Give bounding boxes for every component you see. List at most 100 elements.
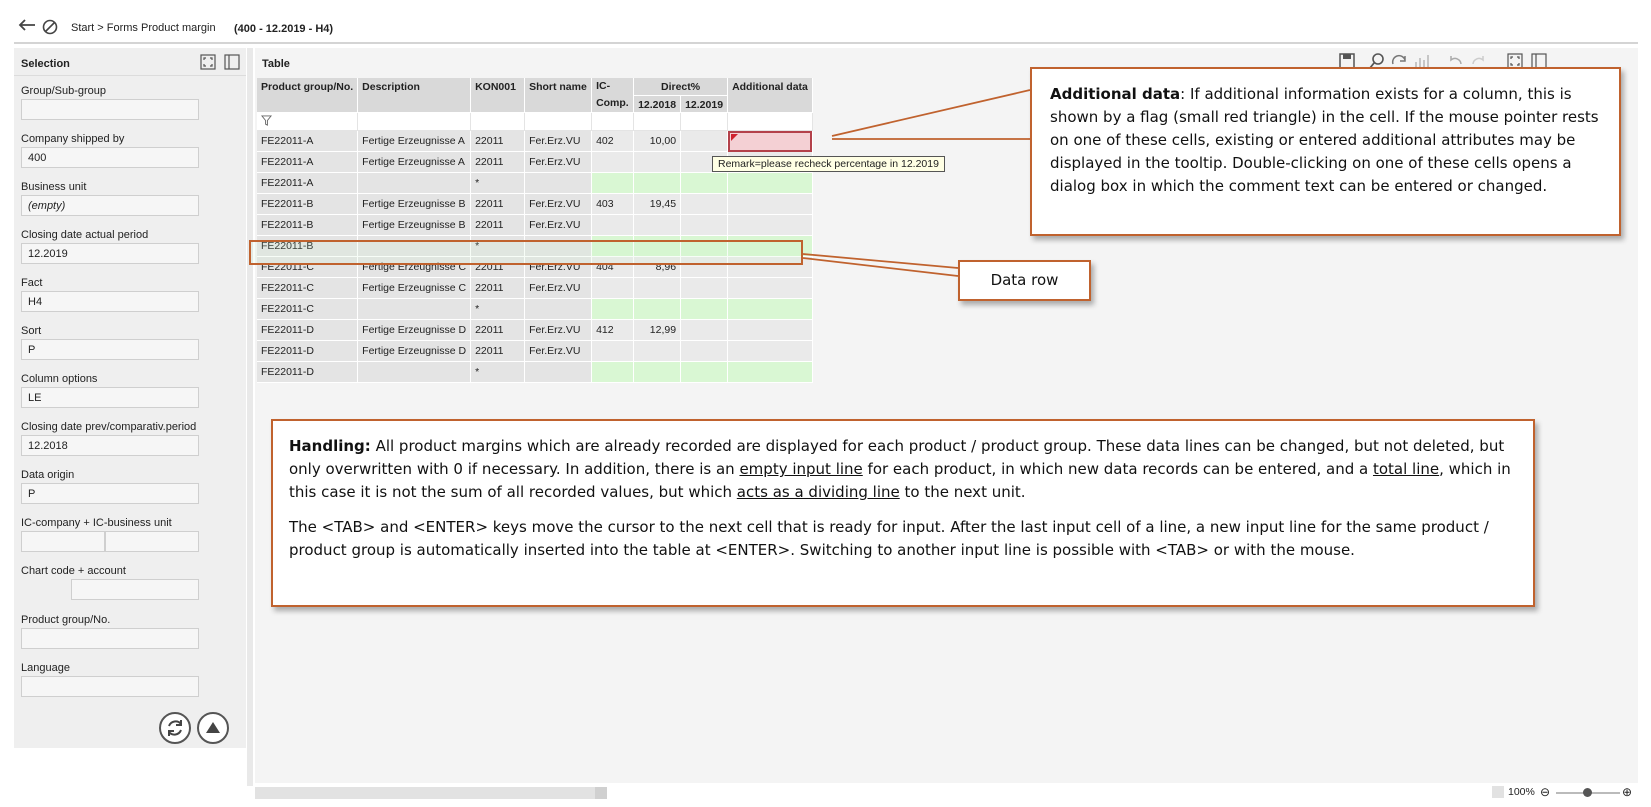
cell-ic-comp[interactable] xyxy=(591,361,635,383)
cell-additional-data[interactable] xyxy=(727,340,813,362)
table-row[interactable]: FE22011-D Fertige Erzeugnisse D 22011 Fer.E… xyxy=(257,319,813,341)
cell-ic-comp[interactable]: 412 xyxy=(591,319,635,341)
col-ic-comp[interactable]: IC-Comp. xyxy=(591,78,635,113)
cell-product-group[interactable]: FE22011-D xyxy=(257,319,359,341)
closing-date-prev-input[interactable]: 12.2018 xyxy=(21,435,199,456)
sort-input[interactable]: P xyxy=(21,339,199,360)
cell-product-group[interactable]: FE22011-B xyxy=(257,214,359,236)
cell-ic-comp[interactable] xyxy=(591,340,635,362)
cell-short-name[interactable] xyxy=(524,172,593,194)
cell-additional-data[interactable] xyxy=(727,361,813,383)
column-options-input[interactable]: LE xyxy=(21,387,199,408)
cell-additional-data[interactable] xyxy=(727,298,813,320)
table-row[interactable]: FE22011-B Fertige Erzeugnisse B 22011 Fer.E… xyxy=(257,193,813,215)
cell-12-2018[interactable] xyxy=(633,214,682,236)
panel-toggle-icon[interactable] xyxy=(224,54,240,70)
cell-short-name[interactable]: Fer.Erz.VU xyxy=(524,277,593,299)
col-product-group[interactable]: Product group/No. xyxy=(257,78,359,113)
cell-description[interactable]: Fertige Erzeugnisse C xyxy=(357,277,472,299)
cell-additional-data[interactable] xyxy=(727,214,813,236)
cell-12-2019[interactable] xyxy=(680,130,729,152)
cell-kon001[interactable]: * xyxy=(470,298,526,320)
cell-kon001[interactable]: 22011 xyxy=(470,151,526,173)
cell-12-2019[interactable] xyxy=(680,340,729,362)
col-direct[interactable]: Direct% xyxy=(633,78,729,96)
cell-description[interactable]: Fertige Erzeugnisse A xyxy=(357,130,472,152)
cell-12-2018[interactable] xyxy=(633,361,682,383)
group-subgroup-input[interactable] xyxy=(21,99,199,120)
chart-code-input[interactable] xyxy=(21,579,71,600)
cell-12-2019[interactable] xyxy=(680,319,729,341)
cell-product-group[interactable]: FE22011-A xyxy=(257,172,359,194)
cell-short-name[interactable]: Fer.Erz.VU xyxy=(524,151,593,173)
cell-product-group[interactable]: FE22011-D xyxy=(257,361,359,383)
cell-description[interactable] xyxy=(357,298,472,320)
cell-kon001[interactable]: 22011 xyxy=(470,130,526,152)
cell-additional-data[interactable] xyxy=(727,193,813,215)
filter-icon[interactable] xyxy=(260,114,273,126)
cell-ic-comp[interactable]: 403 xyxy=(591,193,635,215)
cell-description[interactable]: Fertige Erzeugnisse D xyxy=(357,319,472,341)
zoom-expand-icon[interactable] xyxy=(1492,786,1504,798)
cell-kon001[interactable]: 22011 xyxy=(470,193,526,215)
cell-12-2018[interactable] xyxy=(633,172,682,194)
cell-12-2018[interactable] xyxy=(633,151,682,173)
cell-kon001[interactable]: 22011 xyxy=(470,277,526,299)
table-row[interactable]: FE22011-B Fertige Erzeugnisse B 22011 Fer.E… xyxy=(257,214,813,236)
maximize-icon[interactable] xyxy=(200,54,216,70)
cell-short-name[interactable]: Fer.Erz.VU xyxy=(524,340,593,362)
product-group-input[interactable] xyxy=(21,628,199,649)
cell-additional-data[interactable] xyxy=(727,277,813,299)
zoom-out-icon[interactable]: ⊖ xyxy=(1540,785,1550,799)
table-input-row[interactable]: FE22011-D * xyxy=(257,361,813,383)
account-input[interactable] xyxy=(71,579,199,600)
cell-product-group[interactable]: FE22011-B xyxy=(257,193,359,215)
fact-input[interactable]: H4 xyxy=(21,291,199,312)
col-kon001[interactable]: KON001 xyxy=(470,78,526,113)
business-unit-input[interactable]: (empty) xyxy=(21,195,199,216)
cell-12-2019[interactable] xyxy=(680,172,729,194)
cell-additional-data[interactable] xyxy=(727,130,813,152)
cell-12-2019[interactable] xyxy=(680,193,729,215)
table-input-row[interactable]: FE22011-C * xyxy=(257,298,813,320)
cell-description[interactable] xyxy=(357,172,472,194)
cell-12-2019[interactable] xyxy=(680,298,729,320)
cell-ic-comp[interactable] xyxy=(591,298,635,320)
ic-business-unit-input[interactable] xyxy=(105,531,199,552)
cell-additional-data[interactable] xyxy=(727,172,813,194)
cell-product-group[interactable]: FE22011-C xyxy=(257,298,359,320)
cell-12-2018[interactable] xyxy=(633,298,682,320)
scrollbar-track[interactable] xyxy=(255,787,605,799)
cell-description[interactable]: Fertige Erzeugnisse B xyxy=(357,193,472,215)
cell-description[interactable]: Fertige Erzeugnisse A xyxy=(357,151,472,173)
cell-kon001[interactable]: 22011 xyxy=(470,340,526,362)
col-description[interactable]: Description xyxy=(357,78,472,113)
cell-ic-comp[interactable] xyxy=(591,172,635,194)
col-12-2018[interactable]: 12.2018 xyxy=(633,95,682,114)
cell-ic-comp[interactable] xyxy=(591,277,635,299)
cell-kon001[interactable]: * xyxy=(470,172,526,194)
col-short-name[interactable]: Short name xyxy=(524,78,593,113)
zoom-slider-handle[interactable] xyxy=(1583,788,1592,797)
cell-12-2018[interactable] xyxy=(633,277,682,299)
cancel-icon[interactable] xyxy=(42,19,58,35)
zoom-in-icon[interactable]: ⊕ xyxy=(1622,785,1632,799)
table-row[interactable]: FE22011-D Fertige Erzeugnisse D 22011 Fer.E… xyxy=(257,340,813,362)
cell-12-2019[interactable] xyxy=(680,214,729,236)
cell-product-group[interactable]: FE22011-A xyxy=(257,151,359,173)
collapse-up-button[interactable] xyxy=(197,712,229,744)
filter-cell[interactable] xyxy=(257,112,359,131)
table-row[interactable]: FE22011-C Fertige Erzeugnisse C 22011 Fer.E… xyxy=(257,277,813,299)
cell-description[interactable] xyxy=(357,361,472,383)
data-origin-input[interactable]: P xyxy=(21,483,199,504)
cell-ic-comp[interactable] xyxy=(591,151,635,173)
panel-splitter[interactable] xyxy=(247,48,253,786)
back-arrow-icon[interactable] xyxy=(18,18,36,32)
breadcrumb[interactable]: Start > Forms Product margin xyxy=(71,22,216,34)
cell-kon001[interactable]: 22011 xyxy=(470,319,526,341)
cell-12-2018[interactable]: 12,99 xyxy=(633,319,682,341)
col-12-2019[interactable]: 12.2019 xyxy=(680,95,729,114)
cell-12-2019[interactable] xyxy=(680,277,729,299)
col-additional-data[interactable]: Additional data xyxy=(727,78,813,113)
closing-date-actual-input[interactable]: 12.2019 xyxy=(21,243,199,264)
